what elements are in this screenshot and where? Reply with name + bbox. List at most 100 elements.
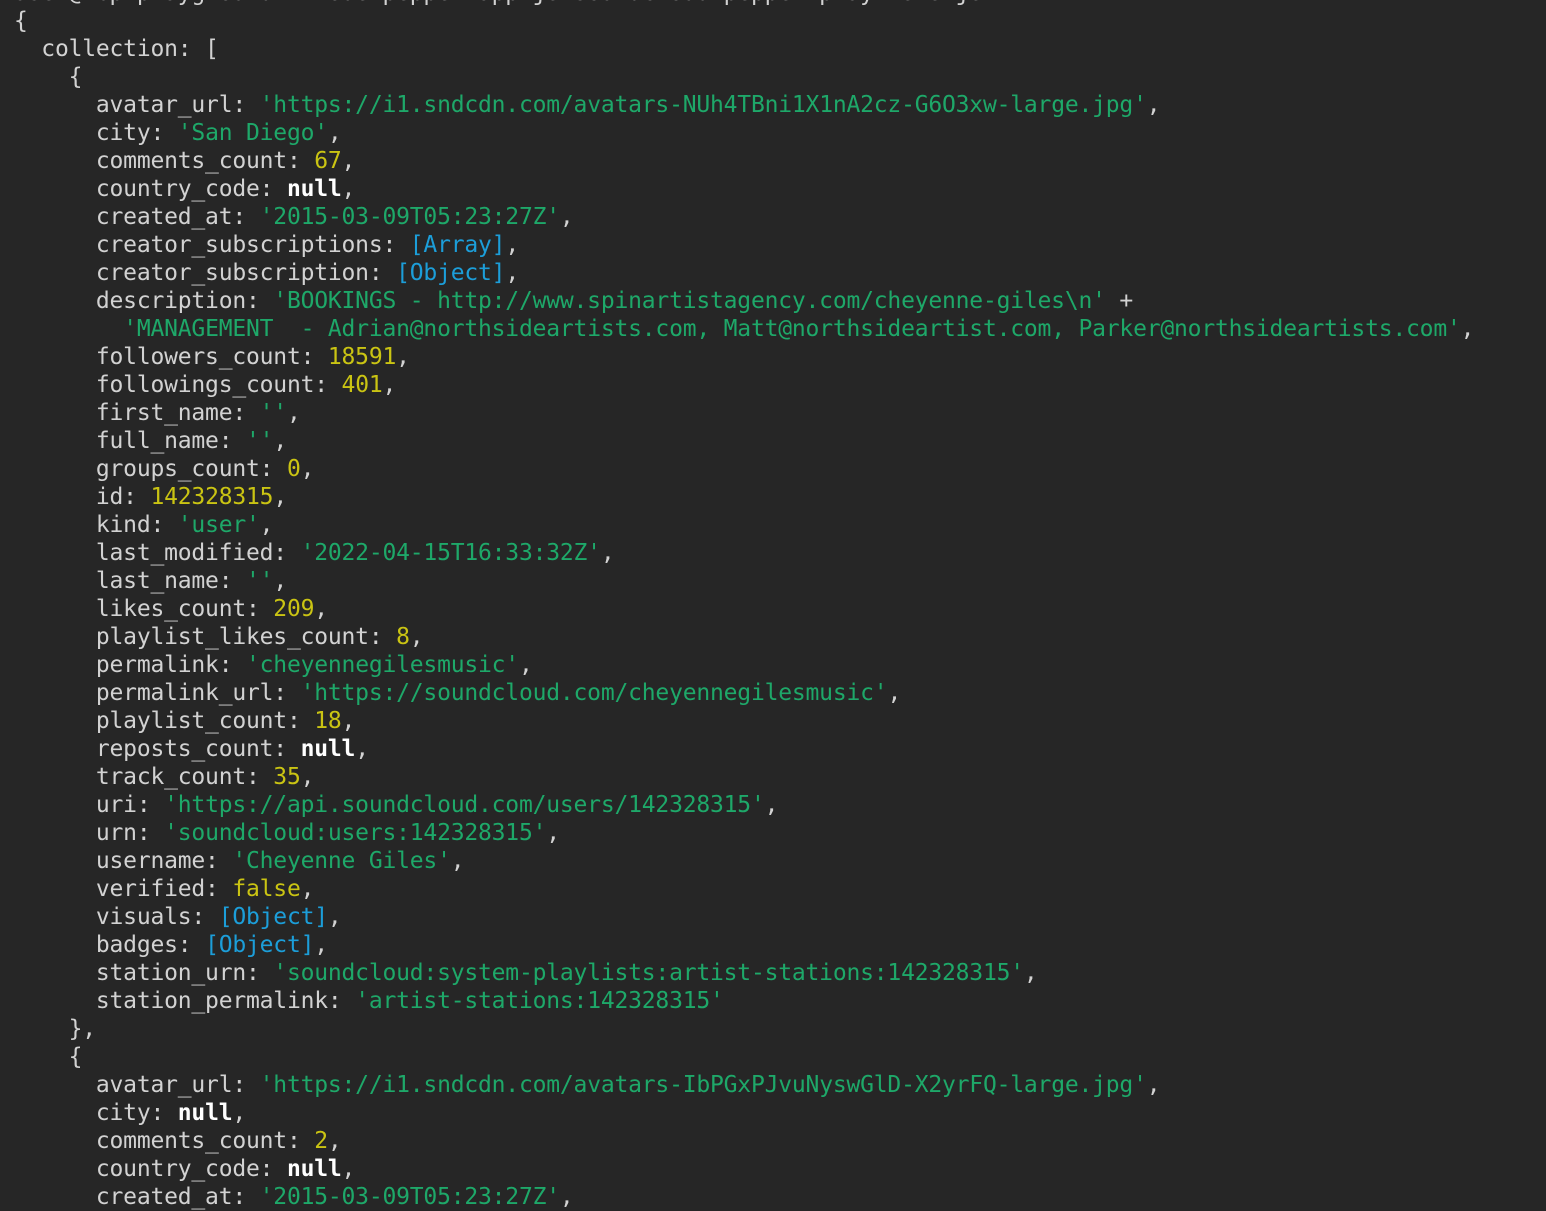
item1-comments-count-plain-segment: , <box>342 148 356 174</box>
item2-comments-count: comments_count: 2, <box>14 1127 1546 1155</box>
item1-full-name-plain-segment: , <box>273 428 287 454</box>
item1-permalink: permalink: 'cheyennegilesmusic', <box>14 651 1546 679</box>
item1-brace-open-plain-segment: { <box>14 64 82 90</box>
item2-city-nil-segment: null <box>178 1100 233 1126</box>
item1-permalink-url-plain-segment: permalink_url: <box>14 680 301 706</box>
item2-city-plain-segment: , <box>232 1100 246 1126</box>
item1-permalink-plain-segment: permalink: <box>14 652 246 678</box>
item1-creator-subscriptions-ref-segment: [Array] <box>410 232 506 258</box>
item1-verified-plain-segment: , <box>301 876 315 902</box>
item1-description-continuation-plain-segment: , <box>1461 316 1475 342</box>
item1-creator-subscriptions: creator_subscriptions: [Array], <box>14 231 1546 259</box>
item1-id: id: 142328315, <box>14 483 1546 511</box>
item1-badges-ref-segment: [Object] <box>205 932 314 958</box>
item1-playlist-likes-count-plain-segment: playlist_likes_count: <box>14 624 396 650</box>
item1-comments-count-plain-segment: comments_count: <box>14 148 314 174</box>
item1-urn: urn: 'soundcloud:users:142328315', <box>14 819 1546 847</box>
item1-playlist-count-plain-segment: , <box>342 708 356 734</box>
item1-username-plain-segment: , <box>451 848 465 874</box>
item1-followings-count-plain-segment: , <box>383 372 397 398</box>
item1-avatar-url-plain-segment: avatar_url: <box>14 92 260 118</box>
item1-country-code-plain-segment: country_code: <box>14 176 287 202</box>
root-brace-open: { <box>14 7 1546 35</box>
item1-playlist-count-num-segment: 18 <box>314 708 341 734</box>
item1-created-at-plain-segment: , <box>560 204 574 230</box>
item1-last-modified-plain-segment: last_modified: <box>14 540 301 566</box>
item1-followers-count-plain-segment: followers_count: <box>14 344 328 370</box>
item1-permalink-str-segment: 'cheyennegilesmusic' <box>246 652 519 678</box>
item1-playlist-count: playlist_count: 18, <box>14 707 1546 735</box>
item1-avatar-url: avatar_url: 'https://i1.sndcdn.com/avata… <box>14 91 1546 119</box>
item1-visuals-plain-segment: visuals: <box>14 904 219 930</box>
item2-brace-open-plain-segment: { <box>14 1044 82 1070</box>
item1-urn-plain-segment: urn: <box>14 820 164 846</box>
item1-creator-subscription-ref-segment: [Object] <box>396 260 505 286</box>
item1-track-count-num-segment: 35 <box>273 764 300 790</box>
item1-groups-count-plain-segment: , <box>301 456 315 482</box>
item1-station-permalink-str-segment: 'artist-stations:142328315' <box>355 988 723 1014</box>
item2-avatar-url-str-segment: 'https://i1.sndcdn.com/avatars-IbPGxPJvu… <box>260 1072 1147 1098</box>
item1-uri: uri: 'https://api.soundcloud.com/users/1… <box>14 791 1546 819</box>
item1-likes-count-num-segment: 209 <box>273 596 314 622</box>
item1-last-modified-str-segment: '2022-04-15T16:33:32Z' <box>301 540 601 566</box>
item1-comments-count-num-segment: 67 <box>314 148 341 174</box>
item1-station-urn-plain-segment: , <box>1024 960 1038 986</box>
item1-followings-count-plain-segment: followings_count: <box>14 372 342 398</box>
item1-verified-plain-segment: verified: <box>14 876 232 902</box>
item2-avatar-url-plain-segment: avatar_url: <box>14 1072 260 1098</box>
item1-username-plain-segment: username: <box>14 848 232 874</box>
item1-description-continuation-str-segment: 'MANAGEMENT - Adrian@northsideartists.co… <box>123 316 1460 342</box>
item1-first-name-plain-segment: , <box>287 400 301 426</box>
item1-full-name: full_name: '', <box>14 427 1546 455</box>
item1-uri-plain-segment: uri: <box>14 792 164 818</box>
item1-station-urn-plain-segment: station_urn: <box>14 960 273 986</box>
item1-description-continuation: 'MANAGEMENT - Adrian@northsideartists.co… <box>14 315 1546 343</box>
item1-avatar-url-plain-segment: , <box>1147 92 1161 118</box>
item2-comments-count-plain-segment: , <box>328 1128 342 1154</box>
item1-track-count-plain-segment: track_count: <box>14 764 273 790</box>
item1-badges-plain-segment: , <box>314 932 328 958</box>
collection-key: collection: [ <box>14 35 1546 63</box>
item1-creator-subscription-plain-segment: , <box>505 260 519 286</box>
item1-followers-count: followers_count: 18591, <box>14 343 1546 371</box>
item1-playlist-likes-count-num-segment: 8 <box>396 624 410 650</box>
item1-last-modified-plain-segment: , <box>601 540 615 566</box>
item1-full-name-str-segment: '' <box>246 428 273 454</box>
item1-likes-count-plain-segment: , <box>314 596 328 622</box>
item2-brace-open: { <box>14 1043 1546 1071</box>
item1-followers-count-plain-segment: , <box>396 344 410 370</box>
item1-created-at: created_at: '2015-03-09T05:23:27Z', <box>14 203 1546 231</box>
terminal-output: user@mbp playground % node pepper-app.js… <box>0 0 1546 1211</box>
item1-groups-count: groups_count: 0, <box>14 455 1546 483</box>
item1-visuals-ref-segment: [Object] <box>219 904 328 930</box>
command-line-clipped-plain-segment: user@mbp playground % node pepper-app.js… <box>14 0 983 6</box>
item1-followers-count-num-segment: 18591 <box>328 344 396 370</box>
item1-creator-subscriptions-plain-segment: , <box>505 232 519 258</box>
item1-kind: kind: 'user', <box>14 511 1546 539</box>
item1-reposts-count: reposts_count: null, <box>14 735 1546 763</box>
item2-country-code-plain-segment: country_code: <box>14 1156 287 1182</box>
item1-last-name-str-segment: '' <box>246 568 273 594</box>
item1-permalink-url-str-segment: 'https://soundcloud.com/cheyennegilesmus… <box>301 680 888 706</box>
item1-kind-str-segment: 'user' <box>178 512 260 538</box>
item1-station-urn-str-segment: 'soundcloud:system-playlists:artist-stat… <box>273 960 1024 986</box>
item1-track-count-plain-segment: , <box>301 764 315 790</box>
item1-id-plain-segment: id: <box>14 484 150 510</box>
item1-playlist-count-plain-segment: playlist_count: <box>14 708 314 734</box>
item1-country-code-plain-segment: , <box>342 176 356 202</box>
item1-creator-subscriptions-plain-segment: creator_subscriptions: <box>14 232 410 258</box>
item1-followings-count-num-segment: 401 <box>342 372 383 398</box>
root-brace-open-plain-segment: { <box>14 8 28 34</box>
item1-id-plain-segment: , <box>273 484 287 510</box>
item2-comments-count-num-segment: 2 <box>314 1128 328 1154</box>
item1-created-at-plain-segment: created_at: <box>14 204 260 230</box>
item1-creator-subscription-plain-segment: creator_subscription: <box>14 260 396 286</box>
item1-description-plain-segment: description: <box>14 288 273 314</box>
item1-brace-close-plain-segment: }, <box>14 1016 96 1042</box>
item1-brace-close: }, <box>14 1015 1546 1043</box>
item1-id-num-segment: 142328315 <box>150 484 273 510</box>
item1-visuals: visuals: [Object], <box>14 903 1546 931</box>
item1-badges: badges: [Object], <box>14 931 1546 959</box>
item1-username-str-segment: 'Cheyenne Giles' <box>232 848 450 874</box>
collection-key-plain-segment: collection: [ <box>14 36 219 62</box>
